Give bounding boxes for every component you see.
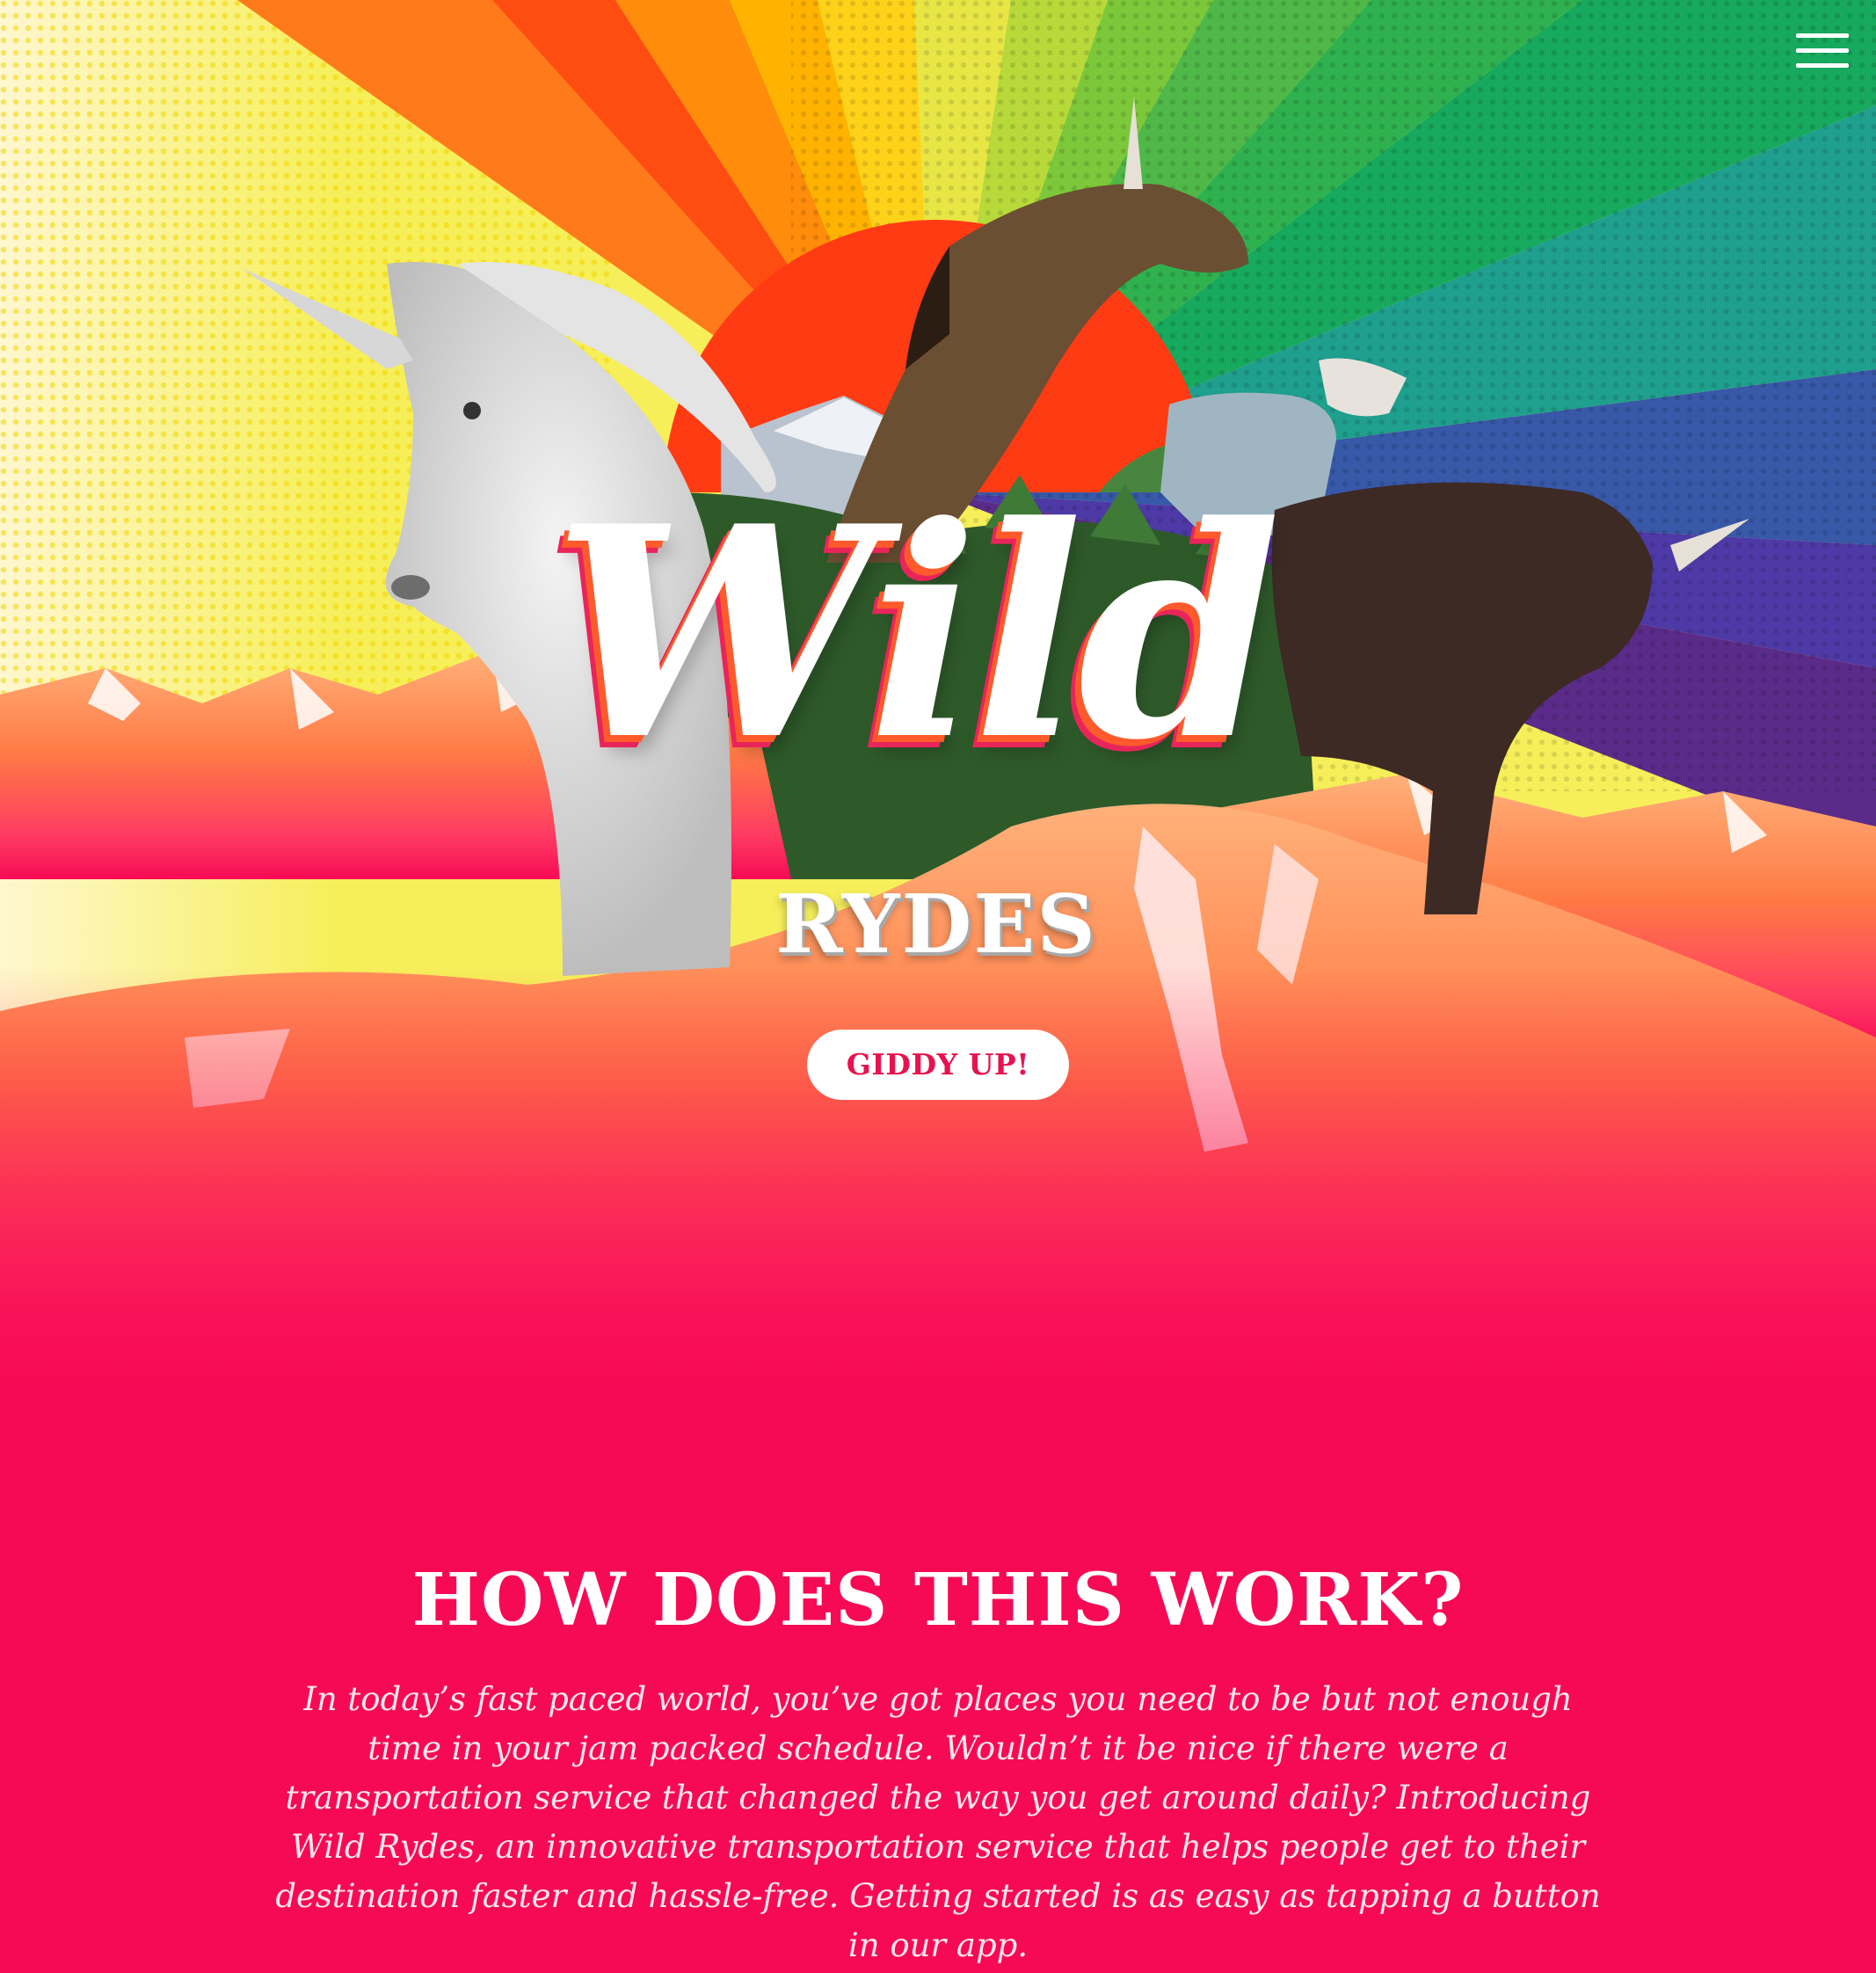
section-description: In today’s fast paced world, you’ve got … <box>275 1680 1601 1964</box>
giddy-up-button[interactable]: GIDDY UP! <box>807 1030 1069 1100</box>
hamburger-menu-button[interactable] <box>1796 32 1849 70</box>
hero-section: Wild RYDES GIDDY UP! <box>0 0 1876 1407</box>
menu-bar <box>1796 63 1849 68</box>
section-title: HOW DOES THIS WORK? <box>411 1558 1465 1642</box>
landing-page: Wild RYDES GIDDY UP! HOW DOES THIS WORK?… <box>0 0 1876 1973</box>
logo-rydes-text: RYDES <box>775 877 1097 972</box>
logo-wild-text: Wild <box>552 462 1281 804</box>
menu-bar <box>1796 33 1849 38</box>
how-it-works-section: HOW DOES THIS WORK? In today’s fast pace… <box>0 1530 1876 1969</box>
menu-bar <box>1796 48 1849 53</box>
